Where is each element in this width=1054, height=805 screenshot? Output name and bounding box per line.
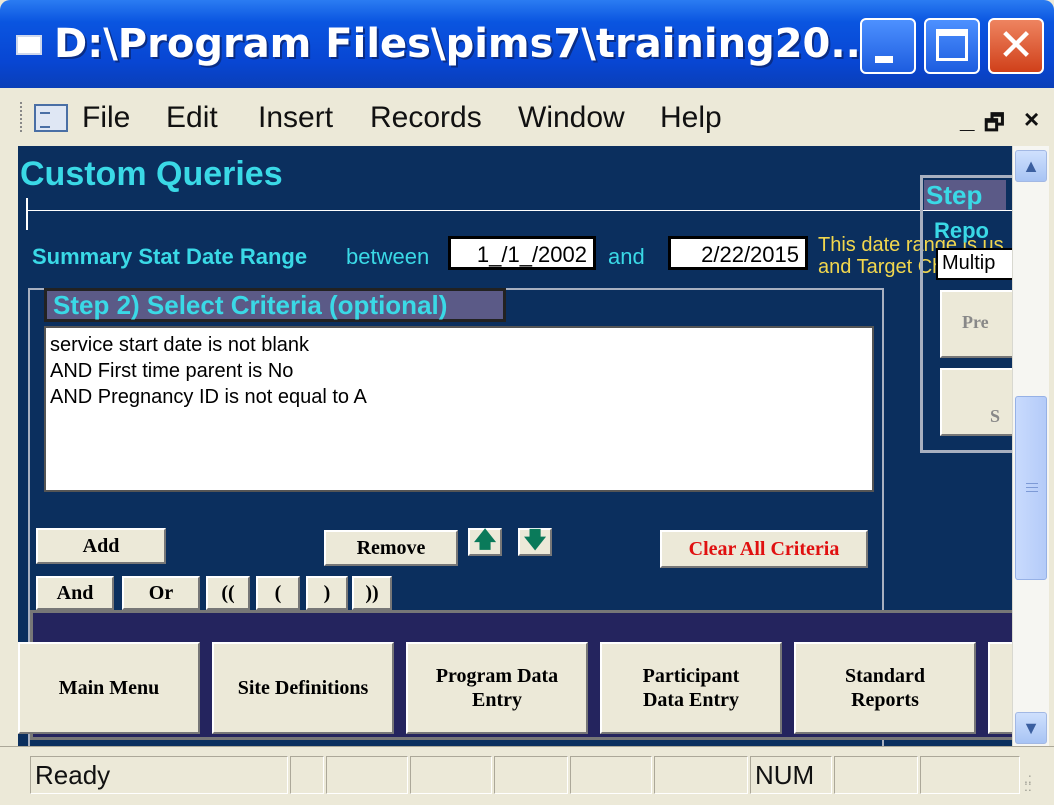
remove-button[interactable]: Remove — [324, 530, 458, 566]
date-range-label: Summary Stat Date Range — [32, 244, 308, 269]
clipped-nav-button[interactable] — [988, 642, 1012, 734]
status-cell — [410, 756, 492, 794]
or-button[interactable]: Or — [122, 576, 200, 610]
main-menu-label: Main Menu — [58, 677, 160, 699]
menu-insert[interactable]: Insert — [258, 100, 333, 136]
arrow-down-icon: 🡇 — [523, 527, 547, 552]
criteria-line[interactable]: AND Pregnancy ID is not equal to A — [50, 384, 872, 410]
criteria-line[interactable]: AND First time parent is No — [50, 358, 872, 384]
step-panel-header: Step — [924, 180, 1006, 210]
program-data-entry-button[interactable]: Program Data Entry — [406, 642, 588, 734]
chevron-up-icon: ▲ — [1022, 156, 1040, 176]
standard-reports-label-2: Reports — [851, 689, 919, 711]
vertical-scrollbar[interactable]: ▲ ▼ — [1012, 146, 1049, 746]
chevron-down-icon: ▼ — [1022, 718, 1040, 738]
menu-help[interactable]: Help — [660, 100, 722, 136]
criteria-list[interactable]: service start date is not blank AND Firs… — [44, 326, 874, 492]
step2-header: Step 2) Select Criteria (optional) — [44, 288, 506, 322]
status-text: Ready — [30, 756, 288, 794]
add-button[interactable]: Add — [36, 528, 166, 564]
move-down-button[interactable]: 🡇 — [518, 527, 552, 556]
status-cell — [494, 756, 568, 794]
move-up-button[interactable]: 🡅 — [468, 527, 502, 556]
standard-reports-label-1: Standard — [844, 665, 926, 687]
form-title: Custom Queries — [20, 155, 283, 193]
status-cell — [654, 756, 748, 794]
status-cell — [570, 756, 652, 794]
document-icon[interactable] — [34, 104, 68, 132]
participant-data-entry-button[interactable]: Participant Data Entry — [600, 642, 782, 734]
spreadsheet-button[interactable]: S — [940, 368, 1020, 436]
status-cell — [326, 756, 408, 794]
status-cell — [920, 756, 1020, 794]
menu-file[interactable]: File — [82, 100, 130, 136]
participant-data-entry-label-2: Data Entry — [642, 689, 740, 711]
menu-edit[interactable]: Edit — [166, 100, 218, 136]
app-icon[interactable] — [16, 35, 42, 55]
double-open-paren-button[interactable]: (( — [206, 576, 250, 610]
status-cell — [290, 756, 324, 794]
preview-button[interactable]: Pre — [940, 290, 1020, 358]
report-label: Repo — [934, 218, 989, 243]
scroll-down-button[interactable]: ▼ — [1015, 712, 1047, 744]
criteria-line[interactable]: service start date is not blank — [50, 332, 872, 358]
open-paren-button[interactable]: ( — [256, 576, 300, 610]
menu-window[interactable]: Window — [518, 100, 625, 136]
close-button[interactable]: ✕ — [988, 18, 1044, 74]
clear-all-criteria-button[interactable]: Clear All Criteria — [660, 530, 868, 568]
main-menu-button[interactable]: Main Menu — [18, 642, 200, 734]
title-divider-tick — [26, 198, 28, 230]
close-paren-button[interactable]: ) — [306, 576, 348, 610]
program-data-entry-label-2: Entry — [472, 689, 522, 711]
close-icon: ✕ — [997, 20, 1035, 71]
mdi-minimize-button[interactable]: _ — [960, 104, 974, 135]
grip-line — [1026, 483, 1038, 484]
end-date-input[interactable]: 2/22/2015 — [668, 236, 808, 270]
scroll-thumb[interactable] — [1015, 396, 1047, 580]
maximize-button[interactable] — [924, 18, 980, 74]
between-label: between — [346, 244, 430, 269]
site-definitions-label: Site Definitions — [237, 677, 369, 699]
grip-line — [1026, 491, 1038, 492]
and-label: and — [608, 244, 645, 269]
arrow-up-icon: 🡅 — [473, 527, 497, 552]
spreadsheet-label: S — [990, 406, 1001, 426]
double-close-paren-button[interactable]: )) — [352, 576, 392, 610]
resize-grip-icon[interactable]: .::: — [1024, 771, 1048, 798]
menu-grip[interactable] — [20, 102, 28, 132]
minimize-button[interactable] — [860, 18, 916, 74]
site-definitions-button[interactable]: Site Definitions — [212, 642, 394, 734]
scroll-up-button[interactable]: ▲ — [1015, 150, 1047, 182]
minimize-icon — [875, 56, 893, 63]
maximize-icon — [936, 29, 968, 61]
title-divider — [26, 210, 1012, 211]
participant-data-entry-label-1: Participant — [642, 665, 740, 687]
report-select[interactable]: Multip — [936, 248, 1016, 280]
status-cell — [834, 756, 918, 794]
window-title: D:\Program Files\pims7\training20... — [54, 21, 876, 67]
num-lock-indicator: NUM — [750, 756, 832, 794]
grip-line — [1026, 487, 1038, 488]
title-bar: D:\Program Files\pims7\training20... ✕ — [0, 0, 1054, 88]
mdi-restore-button[interactable]: 🗗 — [984, 106, 1005, 144]
program-data-entry-label-1: Program Data — [435, 665, 559, 687]
menu-records[interactable]: Records — [370, 100, 482, 136]
standard-reports-button[interactable]: Standard Reports — [794, 642, 976, 734]
mdi-close-button[interactable]: × — [1024, 104, 1039, 135]
custom-queries-form: Custom Queries Summary Stat Date Range b… — [18, 146, 1012, 746]
and-button[interactable]: And — [36, 576, 114, 610]
start-date-input[interactable]: 1_/1_/2002 — [448, 236, 596, 270]
preview-label: Pre — [962, 312, 989, 332]
